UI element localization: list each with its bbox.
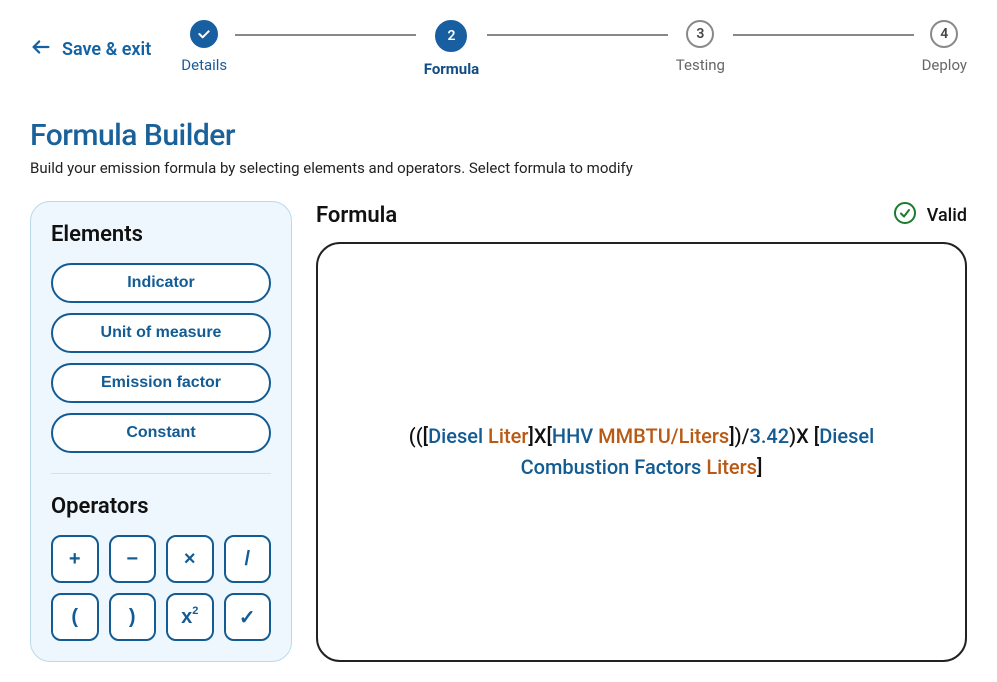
operator-button-multiply[interactable]: × [166,535,214,583]
step-testing[interactable]: 3 Testing [676,20,725,74]
element-button-emission-factor[interactable]: Emission factor [51,363,271,403]
formula-token-name: 3.42 [749,424,789,448]
operator-grid: +−×/ ()x2✓ [51,535,271,641]
formula-token-unit: Liters [706,455,757,479]
step-circle-icon: 3 [686,20,714,48]
step-label: Testing [676,56,725,74]
operator-button-check[interactable]: ✓ [224,593,272,641]
header-row: Save & exit Details 2 Formula 3 Testing 4 Depl… [0,0,997,78]
page-subtitle: Build your emission formula by selecting… [30,159,967,177]
panel-divider [51,473,271,474]
operator-button-open-paren[interactable]: ( [51,593,99,641]
step-circle-icon [190,20,218,48]
formula-token-punct: ] [757,455,762,479]
element-button-unit-of-measure[interactable]: Unit of measure [51,313,271,353]
operators-heading: Operators [51,494,271,519]
operator-button-divide[interactable]: / [224,535,272,583]
formula-status: Valid [893,201,967,230]
formula-token-op: X [796,424,814,448]
check-circle-icon [893,201,917,230]
element-button-constant[interactable]: Constant [51,413,271,453]
step-label: Details [181,56,227,74]
step-connector [487,34,668,36]
save-exit-label: Save & exit [62,39,151,60]
main-content: Formula Builder Build your emission form… [0,78,997,682]
formula-token-name: HHV [552,424,598,448]
elements-heading: Elements [51,222,271,247]
operator-button-minus[interactable]: − [109,535,157,583]
step-formula[interactable]: 2 Formula [424,20,479,78]
operator-button-power[interactable]: x2 [166,593,214,641]
formula-panel: Formula Valid (([Diesel Liter]X[HHV MMBT… [316,201,967,662]
formula-token-op: X [534,424,547,448]
formula-heading: Formula [316,203,397,228]
formula-header: Formula Valid [316,201,967,230]
step-details[interactable]: Details [181,20,227,74]
elements-panel: Elements Indicator Unit of measure Emissio… [30,201,292,662]
formula-token-unit: Liter [488,424,528,448]
formula-token-name: Diesel [428,424,488,448]
formula-token-punct: ) [735,424,742,448]
page-title: Formula Builder [30,118,967,153]
formula-token-punct: (( [409,424,423,448]
step-deploy[interactable]: 4 Deploy [922,20,967,74]
formula-status-label: Valid [927,205,967,226]
save-exit-button[interactable]: Save & exit [30,36,151,63]
formula-editor[interactable]: (([Diesel Liter]X[HHV MMBTU/Liters])/3.4… [316,242,967,662]
element-button-indicator[interactable]: Indicator [51,263,271,303]
step-connector [235,34,416,36]
operator-button-plus[interactable]: + [51,535,99,583]
content-row: Elements Indicator Unit of measure Emissio… [30,201,967,662]
operator-button-close-paren[interactable]: ) [109,593,157,641]
stepper: Details 2 Formula 3 Testing 4 Deploy [181,20,967,78]
step-connector [733,34,914,36]
step-label: Formula [424,60,479,78]
formula-token-unit: MMBTU/Liters [598,424,729,448]
formula-expression: (([Diesel Liter]X[HHV MMBTU/Liters])/3.4… [382,421,902,483]
step-circle-icon: 2 [435,20,467,52]
step-circle-icon: 4 [930,20,958,48]
arrow-left-icon [30,36,52,63]
step-label: Deploy [922,56,967,74]
